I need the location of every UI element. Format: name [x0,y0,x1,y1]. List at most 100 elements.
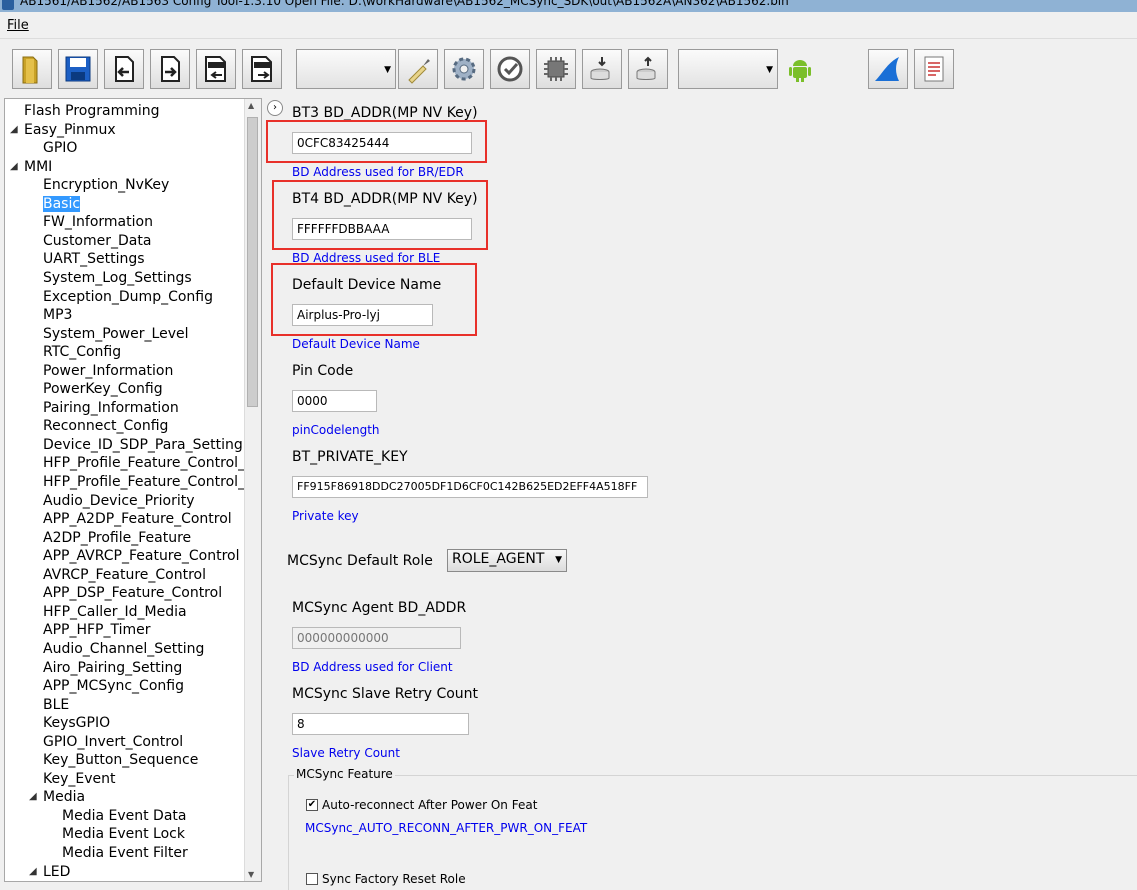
tree-item[interactable]: PowerKey_Config [43,380,163,398]
toolbar-combo-1[interactable]: ▼ [296,49,396,89]
tree-item[interactable]: APP_MCSync_Config [43,677,184,695]
open-folder-icon[interactable] [12,49,52,89]
rofs-import-icon[interactable] [196,49,236,89]
tree-item[interactable]: Reconnect_Config [43,417,168,435]
mcsync-agent-hint: BD Address used for Client [292,660,453,674]
tree-item[interactable]: FW_Information [43,213,153,231]
mcsync-retry-label: MCSync Slave Retry Count [292,686,479,702]
tree-item[interactable]: Customer_Data [43,232,151,250]
expand-arrow-icon[interactable]: ◢ [10,121,18,139]
tree-item[interactable]: GPIO_Invert_Control [43,733,183,751]
tree-item[interactable]: Airo_Pairing_Setting [43,659,182,677]
auto-reconnect-checkbox[interactable]: ✔ [306,799,318,811]
tree-item-label: APP_DSP_Feature_Control [43,585,223,602]
tree-item[interactable]: ◢ Easy_Pinmux [10,121,116,139]
tree-item[interactable]: APP_AVRCP_Feature_Control [43,547,239,565]
tree-item-label: APP_HFP_Timer [43,622,151,639]
tree-item-label: GPIO [43,140,78,157]
scroll-up-icon[interactable]: ▲ [248,101,254,110]
tree-item[interactable]: Key_Event [43,770,116,788]
save-icon[interactable] [58,49,98,89]
tree-item-label: APP_AVRCP_Feature_Control [43,548,240,565]
tree-scrollbar[interactable]: ▲ ▼ [244,99,261,881]
tree-item[interactable]: System_Log_Settings [43,269,192,287]
pin-code-field[interactable]: 0000 [292,390,377,412]
gear-icon[interactable] [444,49,484,89]
tree-item[interactable]: ◢ Media [29,788,85,806]
tree-item[interactable]: UART_Settings [43,250,145,268]
expand-arrow-icon[interactable]: ◢ [29,788,37,806]
tree-item[interactable]: BLE [43,696,69,714]
tree-item[interactable]: Power_Information [43,362,173,380]
tree-item[interactable]: Media Event Lock [62,825,185,843]
highlight-box-device-name [271,263,477,336]
db-download-icon[interactable] [582,49,622,89]
auto-reconnect-label: Auto-reconnect After Power On Feat [322,798,538,812]
mcsync-retry-field[interactable]: 8 [292,713,469,735]
mcsync-role-value: ROLE_AGENT [452,551,545,567]
tree-item-label: Basic [43,195,81,212]
tree-item[interactable]: Encryption_NvKey [43,176,169,194]
private-key-label: BT_PRIVATE_KEY [292,449,408,465]
tree-item[interactable]: AVRCP_Feature_Control [43,566,206,584]
tree-item[interactable]: Device_ID_SDP_Para_Setting [43,436,243,454]
toolbar: ▼ ▼ [0,38,1137,97]
tree-item[interactable]: APP_DSP_Feature_Control [43,584,222,602]
tree-item[interactable]: Basic [43,195,81,213]
tree-item[interactable]: System_Power_Level [43,325,189,343]
notepad-icon[interactable] [914,49,954,89]
highlight-box-bt3 [266,120,487,163]
rofs-export-icon[interactable] [242,49,282,89]
tree-item-label: Device_ID_SDP_Para_Setting [43,436,243,453]
scroll-thumb[interactable] [247,117,258,407]
tree-item-label: Flash Programming [24,103,160,119]
tree-item[interactable]: Audio_Channel_Setting [43,640,204,658]
tree-item[interactable]: APP_HFP_Timer [43,621,151,639]
tree-item[interactable]: Media Event Filter [62,844,188,862]
db-upload-icon[interactable] [628,49,668,89]
tree-item[interactable]: A2DP_Profile_Feature [43,529,191,547]
clock-check-icon[interactable] [490,49,530,89]
scroll-down-icon[interactable]: ▼ [248,870,254,879]
private-key-field[interactable]: FF915F86918DDC27005DF1D6CF0C142B625ED2EF… [292,476,648,498]
import-icon[interactable] [104,49,144,89]
tree-item-label: UART_Settings [43,251,145,268]
mcsync-agent-field[interactable]: 000000000000 [292,627,461,649]
tree-item[interactable]: Flash Programming [24,102,160,120]
tree-item-label: HFP_Profile_Feature_Control_1 [43,455,254,472]
toolbar-combo-2[interactable]: ▼ [678,49,778,89]
tree-item[interactable]: ◢ MMI [10,158,52,176]
menu-file[interactable]: File [7,18,29,33]
tree-item-label: APP_MCSync_Config [43,678,184,695]
tree-item[interactable]: HFP_Profile_Feature_Control_1 [43,454,254,472]
tree-item[interactable]: RTC_Config [43,343,121,361]
tree-item[interactable]: Audio_Device_Priority [43,492,195,510]
tree-item-label: LED [43,863,71,880]
expand-arrow-icon[interactable]: ◢ [10,158,18,176]
tree-item[interactable]: Key_Button_Sequence [43,751,198,769]
tree-item[interactable]: MP3 [43,306,72,324]
shark-fin-icon[interactable] [868,49,908,89]
tree-item[interactable]: KeysGPIO [43,714,110,732]
tree-item[interactable]: ◢ LED [29,863,71,881]
brush-icon[interactable] [398,49,438,89]
tree-item[interactable]: Exception_Dump_Config [43,288,213,306]
tree-item[interactable]: HFP_Caller_Id_Media [43,603,187,621]
export-icon[interactable] [150,49,190,89]
tree-item[interactable]: APP_A2DP_Feature_Control [43,510,232,528]
android-icon[interactable] [780,49,820,89]
chip-icon[interactable] [536,49,576,89]
expand-arrow-icon[interactable]: ◢ [29,863,37,881]
tree-item-label: Audio_Device_Priority [43,492,195,509]
sync-factory-reset-checkbox[interactable] [306,873,318,885]
highlight-box-bt4 [272,180,488,250]
bt3-label: BT3 BD_ADDR(MP NV Key) [292,105,478,121]
tree-item[interactable]: Media Event Data [62,807,186,825]
tree-item[interactable]: GPIO [43,139,77,157]
mcsync-role-select[interactable]: ROLE_AGENT ▼ [447,549,567,572]
mcsync-agent-label: MCSync Agent BD_ADDR [292,600,467,616]
bt3-hint: BD Address used for BR/EDR [292,165,464,179]
tree-item[interactable]: Pairing_Information [43,399,179,417]
tree-item-label: HFP_Caller_Id_Media [43,603,187,620]
tree-item[interactable]: HFP_Profile_Feature_Control_2 [43,473,254,491]
